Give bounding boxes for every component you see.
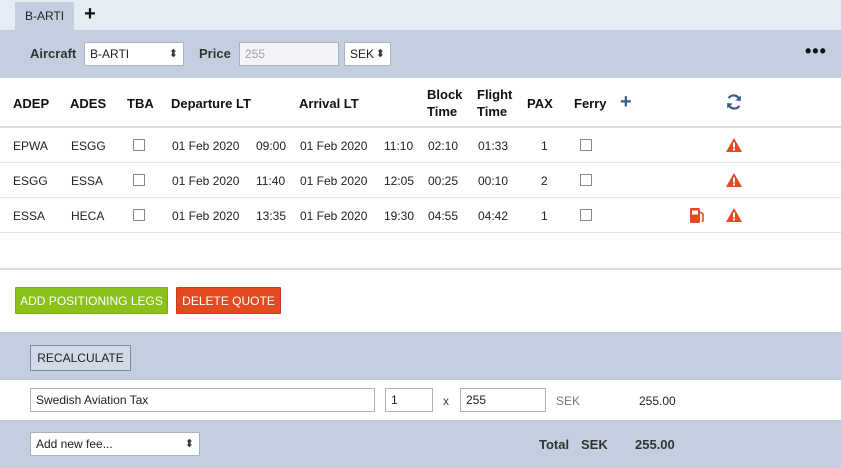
cell-dep-date: 01 Feb 2020 xyxy=(172,139,240,153)
add-positioning-legs-label: ADD POSITIONING LEGS xyxy=(20,293,163,308)
cell-block: 00:25 xyxy=(428,174,459,188)
col-ferry: Ferry xyxy=(574,96,607,111)
fee-unit-price-value: 255 xyxy=(466,393,487,407)
fuel-pump-icon[interactable] xyxy=(689,206,705,224)
table-row: ESGG ESSA 01 Feb 2020 11:40 01 Feb 2020 … xyxy=(0,163,841,198)
chevron-updown-icon: ⬍ xyxy=(184,438,194,450)
cell-ades: HECA xyxy=(71,209,105,223)
tba-checkbox[interactable] xyxy=(133,139,145,151)
cell-arr-time: 12:05 xyxy=(384,174,415,188)
currency-select-value: SEK xyxy=(350,47,375,61)
aircraft-label: Aircraft xyxy=(30,46,77,61)
cell-arr-date: 01 Feb 2020 xyxy=(300,209,368,223)
multiply-sign: x xyxy=(443,394,449,408)
tab-bar: B-ARTI + xyxy=(0,0,841,30)
price-placeholder: 255 xyxy=(245,47,266,61)
cell-arr-time: 11:10 xyxy=(384,139,414,153)
cell-dep-time: 13:35 xyxy=(256,209,287,223)
col-block-line2: Time xyxy=(427,104,458,119)
total-label: Total xyxy=(539,437,570,452)
fee-unit-price-input[interactable]: 255 xyxy=(460,388,546,412)
ferry-checkbox[interactable] xyxy=(580,209,592,221)
chevron-updown-icon: ⬍ xyxy=(168,48,178,60)
add-leg-icon[interactable]: + xyxy=(620,92,632,112)
fees-footer: Add new fee... ⬍ Total SEK 255.00 xyxy=(0,420,841,468)
cell-flight: 00:10 xyxy=(478,174,509,188)
col-arrival: Arrival LT xyxy=(299,96,359,111)
aircraft-select-value: B-ARTI xyxy=(90,47,130,61)
delete-quote-button[interactable]: DELETE QUOTE xyxy=(176,287,281,314)
cell-block: 04:55 xyxy=(428,209,459,223)
cell-block: 02:10 xyxy=(428,139,459,153)
total-value: 255.00 xyxy=(635,437,675,452)
add-tab-icon[interactable]: + xyxy=(82,4,98,24)
cell-adep: ESSA xyxy=(13,209,46,223)
tab-b-arti[interactable]: B-ARTI xyxy=(15,2,74,30)
cell-arr-time: 19:30 xyxy=(384,209,415,223)
price-label: Price xyxy=(199,46,231,61)
warning-icon[interactable] xyxy=(725,207,743,223)
tba-checkbox[interactable] xyxy=(133,174,145,186)
col-block-line1: Block xyxy=(427,87,463,102)
cell-dep-date: 01 Feb 2020 xyxy=(172,174,240,188)
col-flight-line1: Flight xyxy=(477,87,513,102)
more-options-icon[interactable]: ••• xyxy=(805,42,827,60)
fee-row: Swedish Aviation Tax 1 x 255 SEK 255.00 xyxy=(0,380,841,420)
tab-label: B-ARTI xyxy=(24,9,65,23)
add-fee-select[interactable]: Add new fee... ⬍ xyxy=(30,432,200,456)
ferry-checkbox[interactable] xyxy=(580,139,592,151)
cell-arr-date: 01 Feb 2020 xyxy=(300,174,368,188)
fee-name-value: Swedish Aviation Tax xyxy=(36,393,149,407)
col-departure: Departure LT xyxy=(171,96,251,111)
warning-icon[interactable] xyxy=(725,172,743,188)
cell-dep-time: 11:40 xyxy=(256,174,286,188)
fee-name-input[interactable]: Swedish Aviation Tax xyxy=(30,388,375,412)
fee-amount: 255.00 xyxy=(639,394,676,408)
total-currency: SEK xyxy=(581,437,608,452)
add-positioning-legs-button[interactable]: ADD POSITIONING LEGS xyxy=(15,287,168,314)
ferry-checkbox[interactable] xyxy=(580,174,592,186)
cell-flight: 01:33 xyxy=(478,139,509,153)
cell-pax: 1 xyxy=(541,139,548,153)
chevron-updown-icon: ⬍ xyxy=(375,48,385,60)
cell-arr-date: 01 Feb 2020 xyxy=(300,139,368,153)
fee-currency: SEK xyxy=(556,394,581,408)
col-adep: ADEP xyxy=(13,96,50,111)
fee-quantity-input[interactable]: 1 xyxy=(385,388,433,412)
cell-ades: ESSA xyxy=(71,174,104,188)
col-flight-line2: Time xyxy=(477,104,508,119)
cell-ades: ESGG xyxy=(71,139,106,153)
cell-flight: 04:42 xyxy=(478,209,509,223)
refresh-icon[interactable] xyxy=(725,93,743,111)
currency-select[interactable]: SEK ⬍ xyxy=(344,42,391,66)
warning-icon[interactable] xyxy=(725,137,743,153)
aircraft-select[interactable]: B-ARTI ⬍ xyxy=(84,42,184,66)
add-fee-placeholder: Add new fee... xyxy=(36,437,113,451)
quote-header: Aircraft B-ARTI ⬍ Price 255 SEK ⬍ xyxy=(0,30,841,78)
fee-quantity-value: 1 xyxy=(391,393,398,407)
table-divider xyxy=(0,268,841,270)
cell-adep: EPWA xyxy=(13,139,48,153)
tba-checkbox[interactable] xyxy=(133,209,145,221)
table-row: EPWA ESGG 01 Feb 2020 09:00 01 Feb 2020 … xyxy=(0,128,841,163)
recalculate-label: RECALCULATE xyxy=(37,351,124,365)
legs-table-header: ADEP ADES TBA Departure LT Arrival LT Bl… xyxy=(0,78,841,128)
price-input[interactable]: 255 xyxy=(239,42,339,66)
col-tba: TBA xyxy=(127,96,154,111)
delete-quote-label: DELETE QUOTE xyxy=(182,293,275,308)
col-pax: PAX xyxy=(527,96,553,111)
cell-dep-time: 09:00 xyxy=(256,139,287,153)
col-ades: ADES xyxy=(70,96,107,111)
table-row: ESSA HECA 01 Feb 2020 13:35 01 Feb 2020 … xyxy=(0,198,841,233)
cell-adep: ESGG xyxy=(13,174,48,188)
recalculate-button[interactable]: RECALCULATE xyxy=(30,345,131,371)
cell-pax: 1 xyxy=(541,209,548,223)
cell-dep-date: 01 Feb 2020 xyxy=(172,209,240,223)
cell-pax: 2 xyxy=(541,174,548,188)
